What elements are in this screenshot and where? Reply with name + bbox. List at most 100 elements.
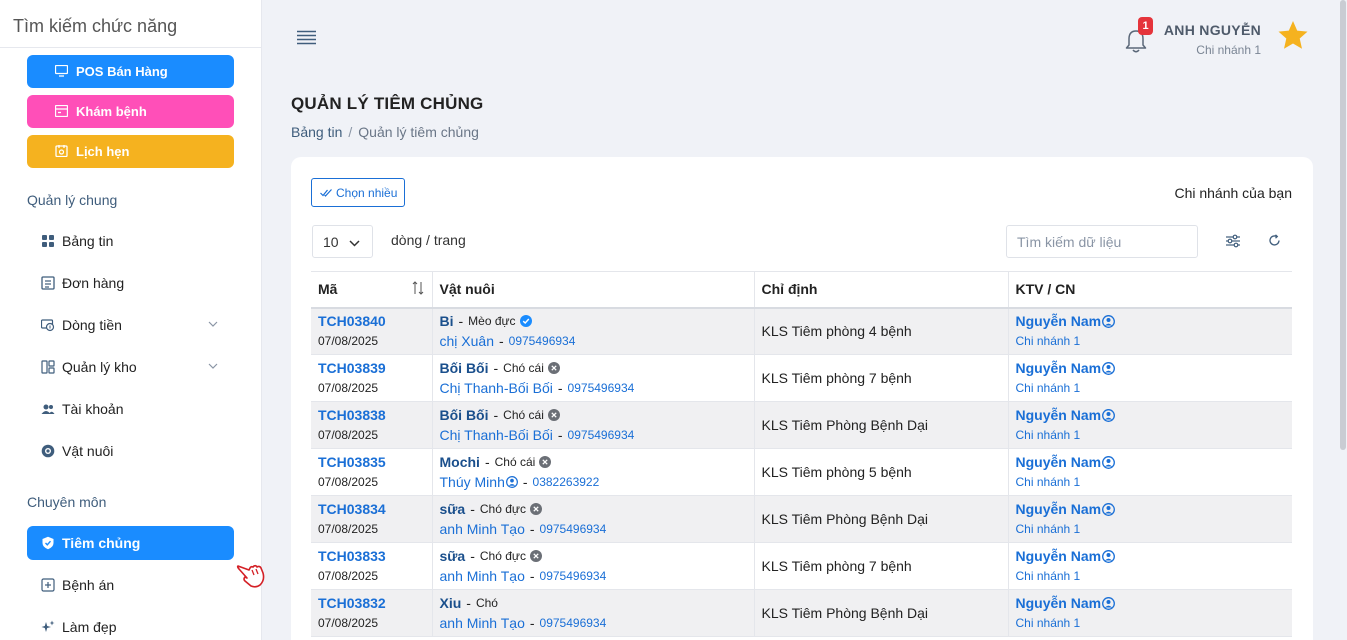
cell-code: TCH03840 07/08/2025: [311, 307, 433, 355]
sidebar-item-cashflow[interactable]: Dòng tiền: [27, 308, 234, 342]
sidebar-item-vaccination[interactable]: Tiêm chủng: [27, 526, 234, 560]
user-name[interactable]: ANH NGUYỄN: [1164, 22, 1261, 38]
technician-name-link[interactable]: Nguyễn Nam: [1016, 312, 1102, 330]
owner-name-link[interactable]: Chị Thanh-Bối Bối: [440, 426, 553, 444]
vaccination-code-link[interactable]: TCH03835: [318, 453, 432, 471]
sidebar: Tìm kiếm chức năng POS Bán Hàng Khám bện…: [0, 0, 262, 640]
owner-name-link[interactable]: anh Minh Tạo: [440, 567, 525, 585]
column-header-code[interactable]: Mã: [311, 271, 433, 309]
sidebar-item-warehouse[interactable]: Quản lý kho: [27, 350, 234, 384]
pet-name-link[interactable]: sữa: [440, 547, 466, 565]
pos-button[interactable]: POS Bán Hàng: [27, 55, 234, 88]
close-circle-icon: [547, 409, 560, 421]
star-icon[interactable]: [1277, 20, 1309, 51]
breadcrumb-separator: /: [348, 124, 353, 140]
vaccination-code-link[interactable]: TCH03833: [318, 547, 432, 565]
cell-technician: Nguyễn Nam Chi nhánh 1: [1008, 448, 1293, 496]
table-row[interactable]: TCH03832 07/08/2025 Xiu - Chó anh Minh Tạo -09…: [311, 589, 1292, 637]
sidebar-item-label: Bảng tin: [62, 233, 114, 249]
refresh-icon[interactable]: [1268, 234, 1281, 247]
pet-name-link[interactable]: Bối Bối: [440, 406, 489, 424]
pet-line: sữa - Chó đực: [440, 500, 754, 518]
sidebar-item-pets[interactable]: Vật nuôi: [27, 434, 234, 468]
owner-phone-link[interactable]: 0975496934: [568, 379, 635, 397]
vaccination-code-link[interactable]: TCH03832: [318, 594, 432, 612]
technician-name-link[interactable]: Nguyễn Nam: [1016, 594, 1102, 612]
verified-icon: [519, 315, 532, 328]
sidebar-item-label: Tiêm chủng: [62, 535, 141, 551]
sidebar-item-accounts[interactable]: Tài khoản: [27, 392, 234, 426]
pet-name-link[interactable]: sữa: [440, 500, 466, 518]
table-row[interactable]: TCH03833 07/08/2025 sữa - Chó đực anh Minh Tạ…: [311, 542, 1292, 590]
multi-select-button[interactable]: Chọn nhiều: [311, 178, 405, 207]
cell-code: TCH03839 07/08/2025: [311, 354, 433, 402]
separator-dash: -: [470, 501, 475, 517]
page-scrollbar[interactable]: [1339, 0, 1347, 640]
pet-name-link[interactable]: Bi: [440, 312, 454, 330]
vaccination-date: 07/08/2025: [318, 334, 379, 349]
table-row[interactable]: TCH03840 07/08/2025 Bi - Mèo đực chị Xuân -097…: [311, 307, 1292, 355]
table-row[interactable]: TCH03834 07/08/2025 sữa - Chó đực anh Minh Tạ…: [311, 495, 1292, 543]
grid-icon: [42, 235, 54, 247]
technician-name-link[interactable]: Nguyễn Nam: [1016, 500, 1102, 518]
separator-dash: -: [529, 568, 535, 584]
owner-phone-link[interactable]: 0975496934: [540, 614, 607, 632]
owner-name-link[interactable]: anh Minh Tạo: [440, 614, 525, 632]
owner-phone-link[interactable]: 0975496934: [540, 520, 607, 538]
cell-technician: Nguyễn Nam Chi nhánh 1: [1008, 495, 1292, 543]
user-circle-icon: [505, 476, 518, 488]
sort-icon[interactable]: [412, 281, 424, 295]
branch-filter-label[interactable]: Chi nhánh của bạn: [1174, 185, 1292, 201]
vaccination-code-link[interactable]: TCH03839: [318, 359, 432, 377]
pet-name-link[interactable]: Bối Bối: [440, 359, 489, 377]
owner-phone-link[interactable]: 0382263922: [533, 473, 600, 491]
vaccination-code-link[interactable]: TCH03838: [318, 406, 432, 424]
owner-phone-link[interactable]: 0975496934: [509, 332, 576, 350]
technician-name-link[interactable]: Nguyễn Nam: [1016, 547, 1102, 565]
data-search-input[interactable]: [1006, 225, 1198, 258]
column-settings-icon[interactable]: [1225, 233, 1241, 249]
column-header-label: Vật nuôi: [439, 281, 495, 298]
user-circle-icon: [1102, 502, 1116, 516]
table-row[interactable]: TCH03838 07/08/2025 Bối Bối - Chó cái Chị Tha…: [311, 401, 1292, 449]
pet-name-link[interactable]: Xiu: [440, 594, 462, 612]
technician-line: Nguyễn Nam: [1016, 453, 1293, 471]
pet-name-link[interactable]: Mochi: [440, 453, 480, 471]
owner-line: Thúy Minh -0382263922: [440, 473, 754, 491]
appointment-button[interactable]: Lịch hẹn: [27, 135, 234, 168]
page-size-select[interactable]: 10: [312, 225, 373, 258]
vaccination-date: 07/08/2025: [318, 381, 379, 395]
owner-line: Chị Thanh-Bối Bối -0975496934: [440, 426, 754, 444]
owner-name-link[interactable]: Chị Thanh-Bối Bối: [440, 379, 553, 397]
vaccination-table: Mã Vật nuôi Chỉ định KTV / CN TCH03840 07…: [311, 271, 1292, 637]
sidebar-item-orders[interactable]: Đơn hàng: [27, 266, 234, 300]
sidebar-item-medical-records[interactable]: Bệnh án: [27, 568, 234, 602]
sidebar-item-grooming[interactable]: Làm đẹp: [27, 610, 234, 640]
scrollbar-thumb[interactable]: [1340, 0, 1346, 450]
close-circle-icon: [529, 550, 542, 562]
owner-phone-link[interactable]: 0975496934: [568, 426, 635, 444]
vaccination-code-link[interactable]: TCH03840: [318, 312, 432, 330]
menu-toggle-icon[interactable]: [297, 30, 316, 45]
technician-name-link[interactable]: Nguyễn Nam: [1016, 453, 1102, 471]
table-row[interactable]: TCH03835 07/08/2025 Mochi - Chó cái Thúy Minh…: [311, 448, 1293, 496]
sidebar-item-label: Đơn hàng: [62, 275, 125, 291]
separator-dash: -: [557, 380, 563, 396]
table-row[interactable]: TCH03839 07/08/2025 Bối Bối - Chó cái Chị Tha…: [311, 354, 1292, 402]
cell-pet: Bối Bối - Chó cái Chị Thanh-Bối Bối -0975496…: [432, 354, 755, 402]
vaccination-code-link[interactable]: TCH03834: [318, 500, 432, 518]
feature-search-input[interactable]: Tìm kiếm chức năng: [0, 0, 262, 48]
owner-phone-link[interactable]: 0975496934: [540, 567, 607, 585]
owner-name-link[interactable]: Thúy Minh: [440, 473, 505, 491]
sidebar-item-dashboard[interactable]: Bảng tin: [27, 224, 234, 258]
column-header-indication: Chỉ định: [754, 271, 1009, 309]
technician-name-link[interactable]: Nguyễn Nam: [1016, 406, 1102, 424]
user-circle-icon: [1102, 314, 1116, 328]
breadcrumb-home-link[interactable]: Bảng tin: [291, 124, 342, 140]
owner-name-link[interactable]: anh Minh Tạo: [440, 520, 525, 538]
examination-button[interactable]: Khám bệnh: [27, 95, 234, 128]
separator-dash: -: [493, 360, 499, 376]
pet-species: Chó cái: [503, 408, 544, 422]
owner-name-link[interactable]: chị Xuân: [440, 332, 494, 350]
technician-name-link[interactable]: Nguyễn Nam: [1016, 359, 1102, 377]
